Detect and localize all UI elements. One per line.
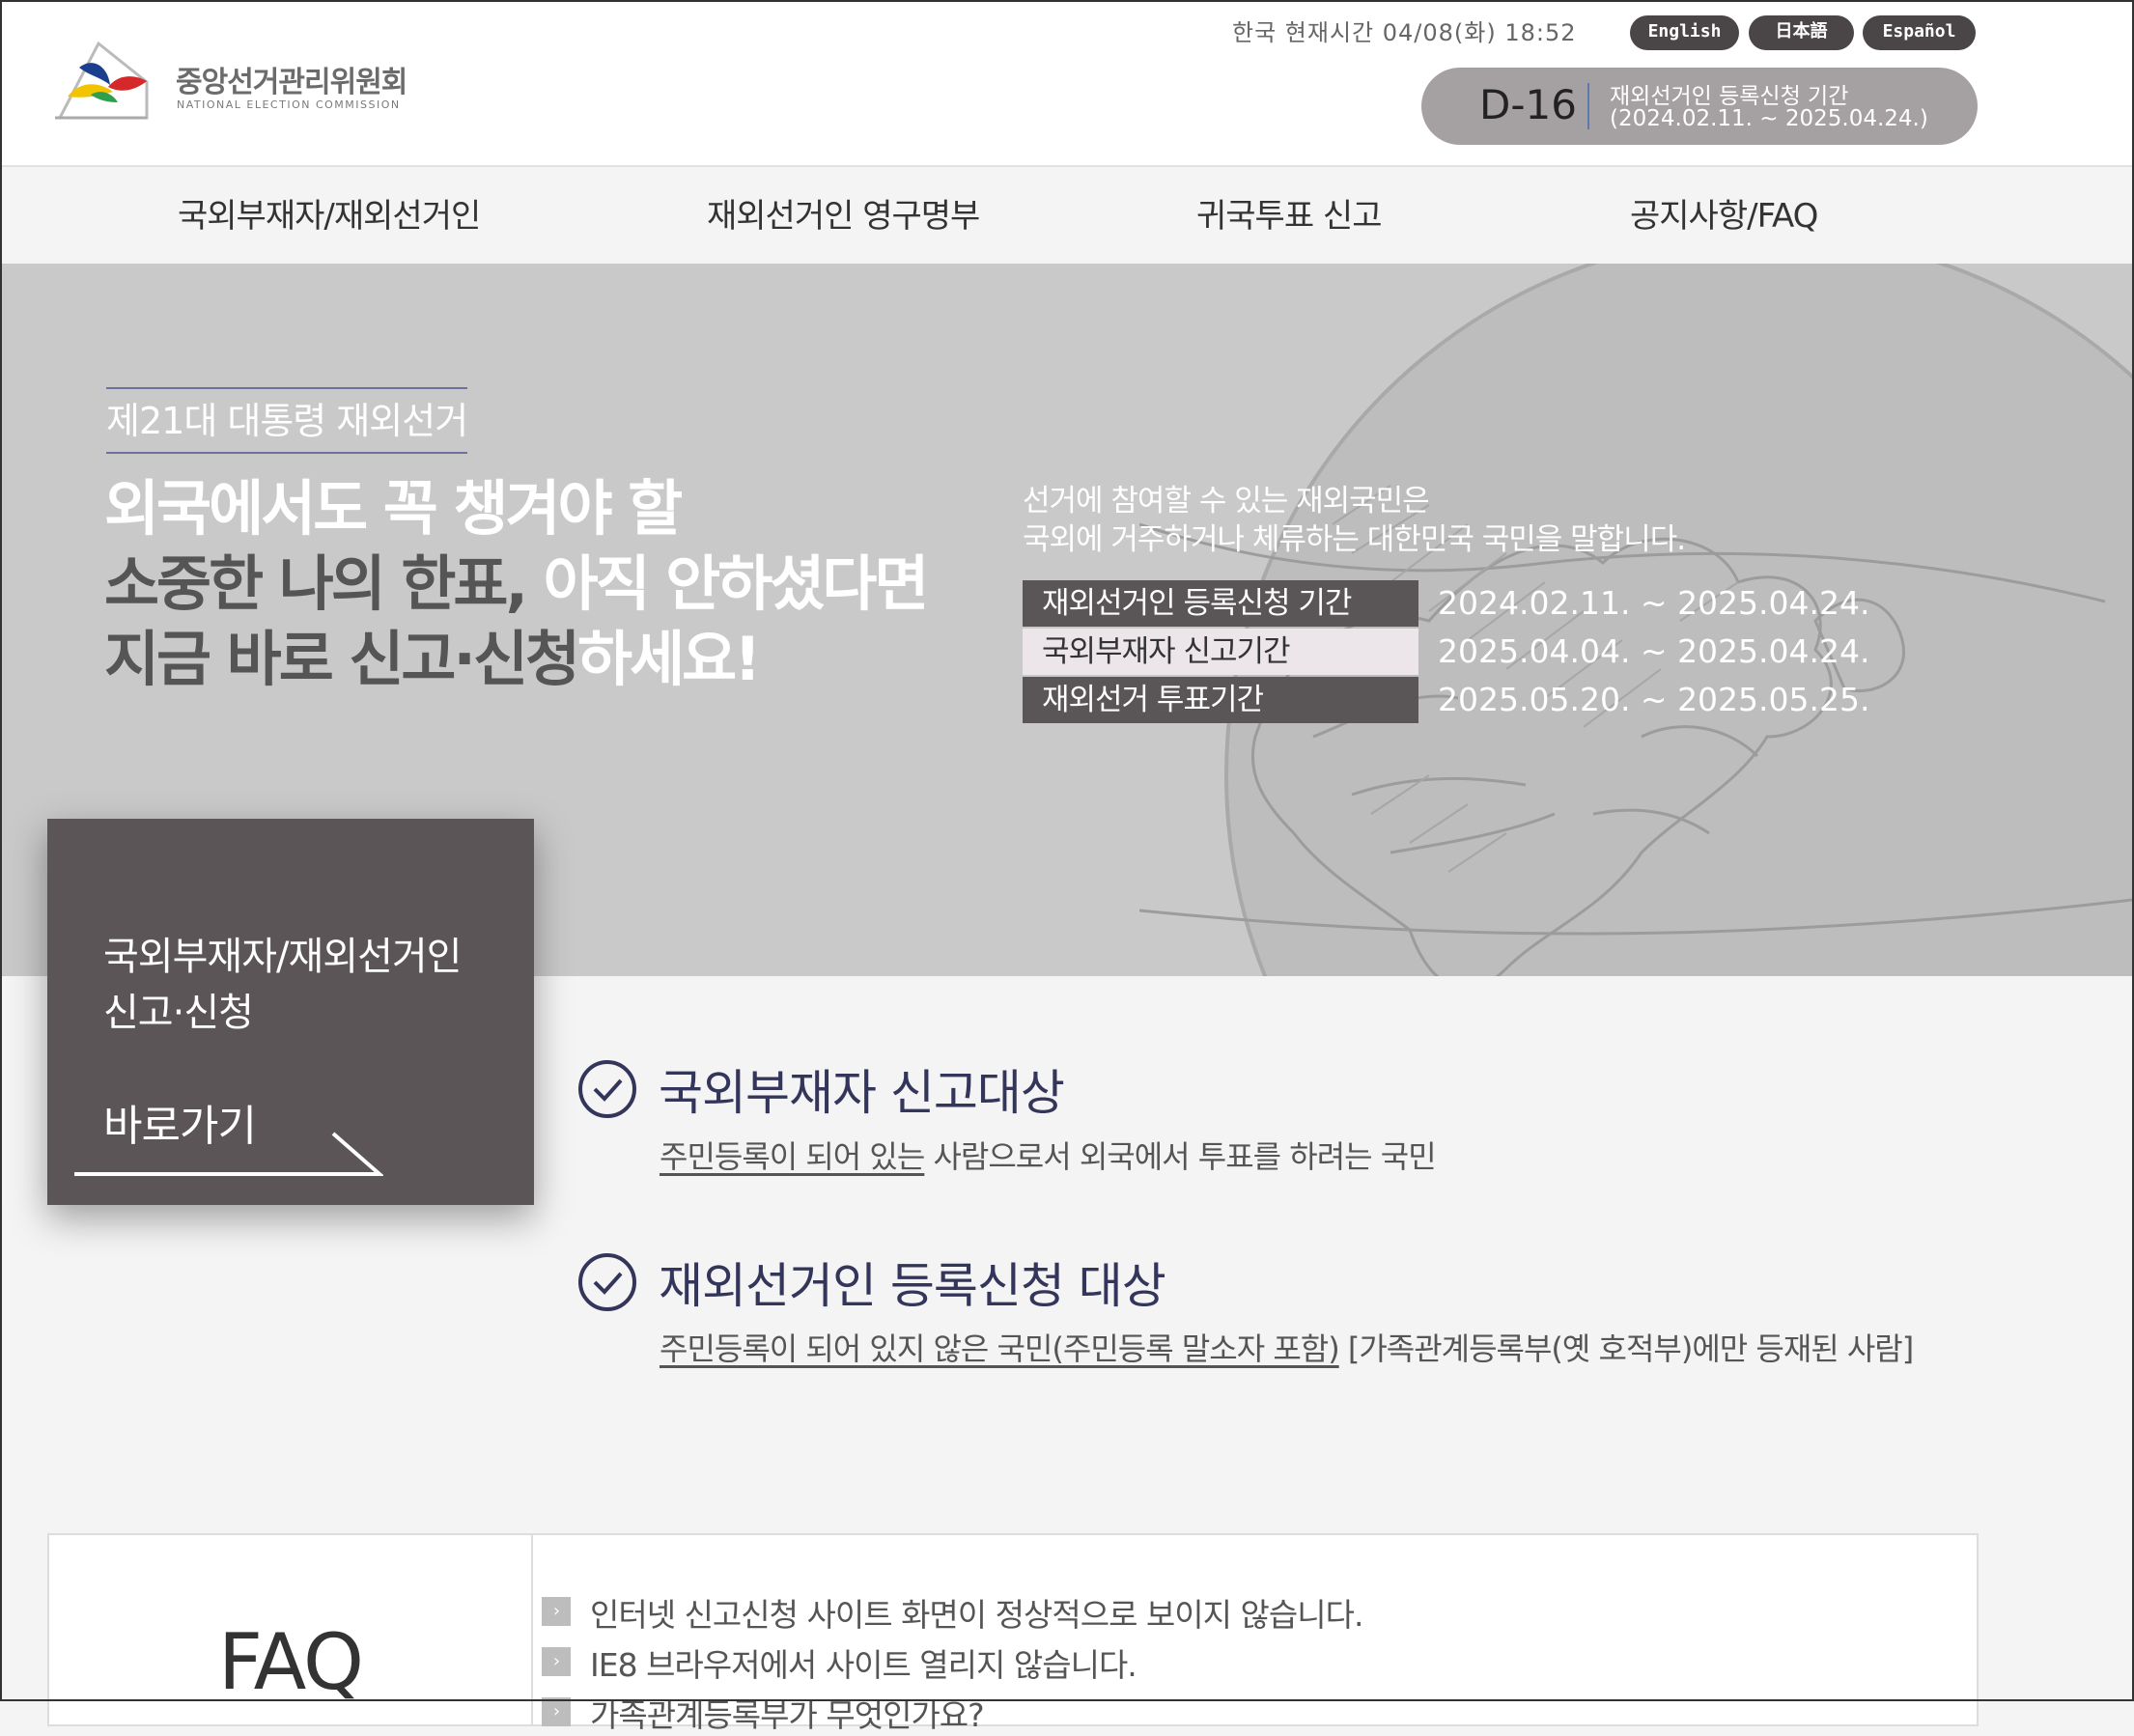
headline-line-2-emphasis: 소중한 나의 한표, <box>104 548 528 619</box>
faq-section: FAQ › 인터넷 신고신청 사이트 화면이 정상적으로 보이지 않습니다. ›… <box>47 1533 1979 1734</box>
hero-description-line-2: 국외에 거주하거나 체류하는 대한민국 국민을 말합니다. <box>1023 522 1686 557</box>
headline-line-2-rest: 아직 안하셨다면 <box>525 548 930 619</box>
quick-card-subtitle: 신고·신청 <box>103 991 254 1035</box>
dday-period: (2024.02.11. ~ 2025.04.24.) <box>1610 106 1928 131</box>
period-label: 재외선거인 등록신청 기간 <box>1023 580 1418 627</box>
headline-line-2: 소중한 나의 한표, 아직 안하셨다면 <box>104 546 930 622</box>
quick-apply-card[interactable]: 국외부재자/재외선거인 신고·신청 바로가기 <box>47 819 534 1205</box>
period-date: 2025.05.20. ~ 2025.05.25. <box>1438 681 1870 718</box>
eligibility-desc-link[interactable]: 주민등록이 되어 있지 않은 국민(주민등록 말소자 포함) <box>660 1330 1340 1367</box>
faq-title: FAQ <box>218 1617 364 1707</box>
eligibility-desc-overseas: 주민등록이 되어 있지 않은 국민(주민등록 말소자 포함) [가족관계등록부(… <box>660 1325 1914 1369</box>
hero-headline: 외국에서도 꼭 챙겨야 할 소중한 나의 한표, 아직 안하셨다면 지금 바로 … <box>104 471 930 697</box>
hero-description-line-1: 선거에 참여할 수 있는 재외국민은 <box>1023 484 1430 518</box>
lang-english-button[interactable]: English <box>1630 15 1739 50</box>
eligibility-title-overseas: 재외선거인 등록신청 대상 <box>659 1258 1166 1314</box>
logo-text-english: NATIONAL ELECTION COMMISSION <box>177 98 401 111</box>
period-date: 2024.02.11. ~ 2025.04.24. <box>1438 584 1870 622</box>
logo-text-korean: 중앙선거관리위원회 <box>176 66 407 99</box>
dday-label: 재외선거인 등록신청 기간 <box>1610 84 1849 109</box>
period-label: 국외부재자 신고기간 <box>1023 629 1418 675</box>
site-header: 중앙선거관리위원회 NATIONAL ELECTION COMMISSION 한… <box>0 0 2134 236</box>
faq-item-text: 인터넷 신고신청 사이트 화면이 정상적으로 보이지 않습니다. <box>590 1596 1363 1634</box>
faq-item-text: IE8 브라우저에서 사이트 열리지 않습니다. <box>590 1646 1137 1684</box>
dday-count: D-16 <box>1479 81 1577 128</box>
headline-line-3: 지금 바로 신고·신청하세요! <box>104 622 926 697</box>
nav-item-absentee-overseas[interactable]: 국외부재자/재외선거인 <box>178 189 481 237</box>
chevron-right-icon: › <box>542 1647 571 1676</box>
headline-line-3-emphasis: 지금 바로 신고·신청 <box>104 624 580 694</box>
nav-item-notice-faq[interactable]: 공지사항/FAQ <box>1630 189 1818 237</box>
chevron-right-icon: › <box>542 1597 571 1626</box>
nec-logo[interactable]: 중앙선거관리위원회 NATIONAL ELECTION COMMISSION <box>50 39 407 122</box>
dday-divider <box>1587 83 1589 129</box>
period-row-registration: 재외선거인 등록신청 기간 2024.02.11. ~ 2025.04.24. <box>1023 580 1892 627</box>
period-label: 재외선거 투표기간 <box>1023 677 1418 723</box>
period-date: 2025.04.04. ~ 2025.04.24. <box>1438 632 1870 670</box>
nec-emblem-icon <box>55 41 149 120</box>
hero-eyebrow: 제21대 대통령 재외선거 <box>106 387 468 454</box>
quick-card-title: 국외부재자/재외선거인 <box>103 935 462 979</box>
faq-item[interactable]: › 인터넷 신고신청 사이트 화면이 정상적으로 보이지 않습니다. <box>542 1589 1363 1636</box>
arrow-right-icon <box>74 1132 383 1176</box>
period-row-absentee-report: 국외부재자 신고기간 2025.04.04. ~ 2025.04.24. <box>1023 629 1892 675</box>
current-time: 한국 현재시간 04/08(화) 18:52 <box>1232 19 1577 46</box>
lang-japanese-button[interactable]: 日本語 <box>1749 15 1854 50</box>
faq-divider <box>531 1535 533 1724</box>
period-row-voting: 재외선거 투표기간 2025.05.20. ~ 2025.05.25. <box>1023 677 1892 723</box>
faq-item-text: 가족관계등록부가 무엇인가요? <box>590 1696 985 1734</box>
eligibility-desc-link[interactable]: 주민등록이 되어 있는 <box>660 1138 925 1175</box>
eligibility-desc-absentee: 주민등록이 되어 있는 사람으로서 외국에서 투표를 하려는 국민 <box>660 1133 1437 1177</box>
faq-item[interactable]: › IE8 브라우저에서 사이트 열리지 않습니다. <box>542 1639 1137 1686</box>
nav-item-permanent-register[interactable]: 재외선거인 영구명부 <box>707 189 980 237</box>
nav-item-return-vote[interactable]: 귀국투표 신고 <box>1196 189 1382 237</box>
eligibility-desc-text: [가족관계등록부(옛 호적부)에만 등재된 사람] <box>1338 1330 1914 1367</box>
eligibility-title-absentee: 국외부재자 신고대상 <box>659 1065 1065 1121</box>
check-circle-icon <box>578 1253 636 1311</box>
eligibility-desc-text: 사람으로서 외국에서 투표를 하려는 국민 <box>924 1138 1436 1175</box>
hero-description: 선거에 참여할 수 있는 재외국민은 국외에 거주하거나 체류하는 대한민국 국… <box>1023 482 1686 559</box>
headline-line-1: 외국에서도 꼭 챙겨야 할 <box>104 473 683 544</box>
chevron-right-icon: › <box>542 1697 571 1726</box>
faq-item[interactable]: › 가족관계등록부가 무엇인가요? <box>542 1690 985 1736</box>
dday-banner: D-16 재외선거인 등록신청 기간 (2024.02.11. ~ 2025.0… <box>1421 68 1978 145</box>
lang-spanish-button[interactable]: Español <box>1863 15 1976 50</box>
headline-line-3-rest: 하세요! <box>577 624 761 694</box>
check-circle-icon <box>578 1060 636 1118</box>
